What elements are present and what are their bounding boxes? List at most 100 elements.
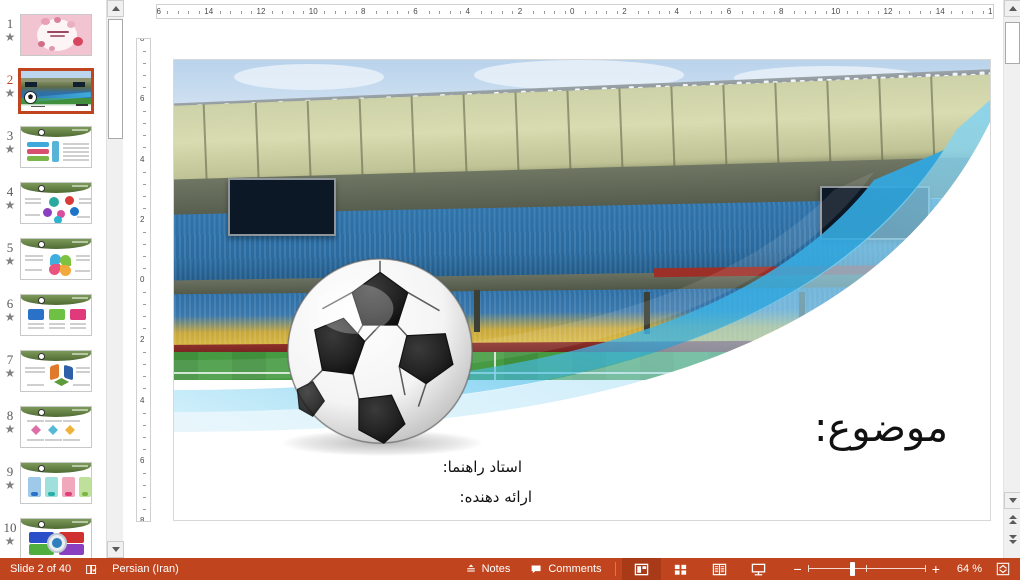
thumbnail-scrollbar[interactable] [106,0,124,558]
ruler-minor-tick [669,11,671,14]
ruler-minor-tick [721,11,723,14]
zoom-out-button[interactable]: − [788,561,808,577]
ruler-minor-tick [198,11,200,14]
thumbnail-slide-10[interactable]: 10 ★ [0,516,106,558]
normal-view-button[interactable] [621,558,661,580]
ruler-minor-tick [857,11,859,14]
slide-scrollbar-thumb[interactable] [1005,22,1020,64]
ruler-minor-tick [143,111,146,113]
previous-slide-button[interactable] [1004,512,1020,527]
thumbnail-image[interactable] [20,350,92,392]
ruler-minor-tick [585,11,587,14]
next-slide-button[interactable] [1004,532,1020,547]
thumbnail-slide-4[interactable]: 4 ★ [0,180,106,236]
thumbnail-slide-5[interactable]: 5 ★ [0,236,106,292]
thumbnail-slide-1[interactable]: 1 ★ [0,12,106,68]
thumbnail-scroll-up-button[interactable] [107,0,124,17]
ruler-minor-tick [376,11,378,14]
spellcheck-button[interactable] [78,558,105,580]
thumbnail-image[interactable] [20,462,92,504]
ruler-minor-tick [689,11,691,14]
slide-subtitle-presenter[interactable]: ارائه دهنده: [460,488,532,506]
slide-counter[interactable]: Slide 2 of 40 [0,558,78,580]
zoom-in-button[interactable]: + [926,561,946,577]
slide-title-text[interactable]: موضوع: [814,405,948,451]
thumbnail-image[interactable] [20,294,92,336]
ruler-minor-tick [449,11,451,14]
ruler-minor-tick [143,436,146,438]
ruler-minor-tick [972,11,974,14]
thumbnail-image[interactable] [20,238,92,280]
thumbnail-slide-6[interactable]: 6 ★ [0,292,106,348]
ruler-minor-tick [460,11,462,14]
thumbnail-slide-2[interactable]: 2 ★ [0,68,106,124]
slide-scroll-down-button[interactable] [1004,492,1020,509]
thumbnail-slide-3[interactable]: 3 ★ [0,124,106,180]
ruler-minor-tick [334,11,336,14]
zoom-track[interactable] [807,558,926,580]
ruler-minor-tick [637,11,639,14]
chevron-down-icon [1008,498,1017,503]
language-indicator[interactable]: Persian (Iran) [105,558,186,580]
fit-to-window-button[interactable] [989,558,1020,580]
slide-scrollbar[interactable] [1003,0,1020,558]
thumbnail-image[interactable] [20,406,92,448]
ruler-tick-label: 2 [622,7,627,16]
slide-canvas-area[interactable]: موضوع: استاد راهنما: ارائه دهنده: [152,22,998,558]
thumbnail-image[interactable] [20,126,92,168]
thumbnail-scrollbar-thumb[interactable] [108,19,123,139]
ruler-minor-tick [143,135,146,137]
ruler-minor-tick [143,87,146,89]
notes-button[interactable]: Notes [458,558,518,580]
thumbnail-image[interactable] [20,518,92,558]
reading-view-button[interactable] [700,558,739,580]
ruler-tick-label: 16 [988,7,993,16]
slide-counter-label: Slide 2 of 40 [10,563,72,575]
slide-thumbnail-panel[interactable]: 1 ★ 2 ★ 3 ★ 4 ★ 5 ★ 6 ★ 7 ★ 8 ★ 9 ★ 10 ★ [0,0,106,558]
ruler-minor-tick [230,11,232,14]
thumbnail-image-selected[interactable] [18,68,94,114]
ruler-tick-label: 8 [779,7,784,16]
soccer-ball[interactable] [284,255,476,447]
ruler-tick-label: 8 [140,38,145,43]
ruler-minor-tick [919,11,921,14]
ruler-minor-tick [397,11,399,14]
thumbnail-slide-9[interactable]: 9 ★ [0,460,106,516]
slide-show-button[interactable] [739,558,778,580]
ruler-minor-tick [648,11,650,14]
thumbnail-image[interactable] [20,14,92,56]
ruler-minor-tick [143,231,146,233]
thumbnail-image[interactable] [20,182,92,224]
cloud [234,64,384,90]
ruler-minor-tick [951,11,953,14]
ruler-tick-label: 4 [465,7,470,16]
thumbnail-slide-8[interactable]: 8 ★ [0,404,106,460]
ruler-minor-tick [177,11,179,14]
ruler-minor-tick [251,11,253,14]
ruler-minor-tick [143,51,146,53]
ruler-minor-tick [143,255,146,257]
slide-scroll-up-button[interactable] [1004,0,1020,17]
ruler-minor-tick [961,11,963,14]
ruler-minor-tick [143,123,146,125]
zoom-level[interactable]: 64 % [950,558,989,580]
slide-subtitle-advisor[interactable]: استاد راهنما: [443,458,522,476]
ruler-minor-tick [188,11,190,14]
thumbnail-scroll-down-button[interactable] [107,541,124,558]
ruler-tick-label: 6 [726,7,732,16]
fit-to-window-icon [996,562,1010,576]
ruler-minor-tick [240,11,242,14]
comments-button[interactable]: Comments [523,558,608,580]
ruler-tick-label: 2 [140,335,145,345]
thumbnail-slide-7[interactable]: 7 ★ [0,348,106,404]
zoom-slider[interactable]: − + [784,558,950,580]
vertical-ruler[interactable]: 8 6 4 2 0 2 4 6 8 [136,38,151,522]
zoom-handle[interactable] [849,562,855,576]
horizontal-ruler[interactable]: 16 14 12 10 8 6 4 2 0 2 4 6 8 10 12 14 16 [156,4,994,19]
animation-star-icon: ★ [4,366,16,380]
slide-editing-surface[interactable]: موضوع: استاد راهنما: ارائه دهنده: [174,60,990,520]
ruler-minor-tick [143,207,146,209]
slide-sorter-button[interactable] [661,558,700,580]
ruler-minor-tick [930,11,932,14]
chevron-up-icon [111,6,120,11]
